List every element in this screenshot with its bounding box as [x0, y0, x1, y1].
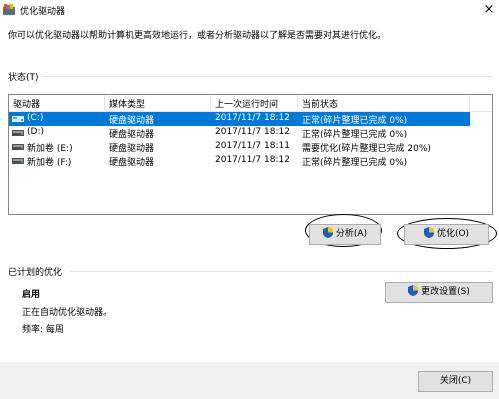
hard-drive-icon: [12, 158, 24, 164]
hard-drive-icon: [12, 130, 24, 136]
column-header-media-type[interactable]: 媒体类型: [109, 97, 145, 110]
media-type: 硬盘驱动器: [109, 116, 155, 126]
drive-name: (D:): [27, 127, 44, 137]
status-section-label: 状态(T): [8, 73, 39, 83]
column-separator[interactable]: [104, 95, 105, 111]
close-button[interactable]: 关闭(C): [418, 371, 493, 392]
optimize-button-label: 优化(O): [436, 229, 470, 239]
media-type: 硬盘驱动器: [109, 144, 155, 154]
drives-list-header: 驱动器 媒体类型 上一次运行时间 当前状态: [9, 95, 492, 112]
uac-shield-icon: [408, 285, 419, 296]
column-header-drive[interactable]: 驱动器: [13, 97, 40, 110]
change-settings-label: 更改设置(S): [421, 287, 470, 297]
uac-shield-icon: [423, 227, 434, 238]
optimize-button[interactable]: 优化(O): [404, 224, 489, 245]
intro-text: 你可以优化驱动器以帮助计算机更高效地运行，或者分析驱动器以了解是否需要对其进行优…: [8, 31, 387, 41]
drive-name: 新加卷 (E:): [27, 144, 73, 154]
schedule-description: 正在自动优化驱动器。: [22, 308, 113, 318]
system-drive-icon: [12, 116, 24, 122]
scheduled-section-label: 已计划的优化: [8, 268, 63, 278]
column-separator[interactable]: [469, 95, 470, 111]
table-row[interactable]: 新加卷 (E:) 硬盘驱动器 2017/11/7 18:11 需要优化(碎片整理…: [9, 140, 470, 154]
optimize-drives-window: 优化驱动器 × 你可以优化驱动器以帮助计算机更高效地运行，或者分析驱动器以了解是…: [0, 0, 499, 399]
last-run-time: 2017/11/7 18:11: [215, 141, 290, 151]
title-bar: 优化驱动器 ×: [0, 0, 499, 20]
column-separator[interactable]: [210, 95, 211, 111]
close-window-icon[interactable]: ×: [480, 2, 498, 18]
current-status: 正常(碎片整理已完成 0%): [302, 130, 408, 140]
media-type: 硬盘驱动器: [109, 158, 155, 168]
change-settings-button[interactable]: 更改设置(S): [385, 282, 493, 303]
status-divider: [42, 76, 492, 77]
current-status: 正常(碎片整理已完成 0%): [302, 116, 408, 126]
table-row[interactable]: (D:) 硬盘驱动器 2017/11/7 18:12 正常(碎片整理已完成 0%…: [9, 126, 470, 140]
current-status: 需要优化(碎片整理已完成 20%): [302, 144, 431, 154]
scheduled-divider: [70, 271, 492, 272]
current-status: 正常(碎片整理已完成 0%): [302, 158, 408, 168]
uac-shield-icon: [322, 227, 333, 238]
schedule-frequency: 频率: 每周: [22, 325, 64, 335]
last-run-time: 2017/11/7 18:12: [215, 127, 290, 137]
column-separator[interactable]: [297, 95, 298, 111]
drive-name: 新加卷 (F:): [27, 158, 72, 168]
column-header-status[interactable]: 当前状态: [302, 97, 338, 110]
analyze-button-label: 分析(A): [335, 229, 368, 239]
analyze-button[interactable]: 分析(A): [309, 224, 381, 245]
drive-name: (C:): [27, 113, 44, 123]
last-run-time: 2017/11/7 18:12: [215, 155, 290, 165]
column-header-last-run[interactable]: 上一次运行时间: [215, 97, 278, 110]
drives-list[interactable]: 驱动器 媒体类型 上一次运行时间 当前状态 (C:) 硬盘驱动器 2017/11…: [8, 94, 493, 215]
media-type: 硬盘驱动器: [109, 130, 155, 140]
last-run-time: 2017/11/7 18:12: [215, 113, 290, 123]
schedule-state: 启用: [22, 290, 41, 300]
window-title: 优化驱动器: [20, 7, 66, 17]
defrag-app-icon: [3, 4, 15, 15]
hard-drive-icon: [12, 144, 24, 150]
table-row[interactable]: 新加卷 (F:) 硬盘驱动器 2017/11/7 18:12 正常(碎片整理已完…: [9, 154, 470, 168]
table-row[interactable]: (C:) 硬盘驱动器 2017/11/7 18:12 正常(碎片整理已完成 0%…: [9, 112, 470, 126]
dialog-footer: 关闭(C): [0, 362, 499, 399]
